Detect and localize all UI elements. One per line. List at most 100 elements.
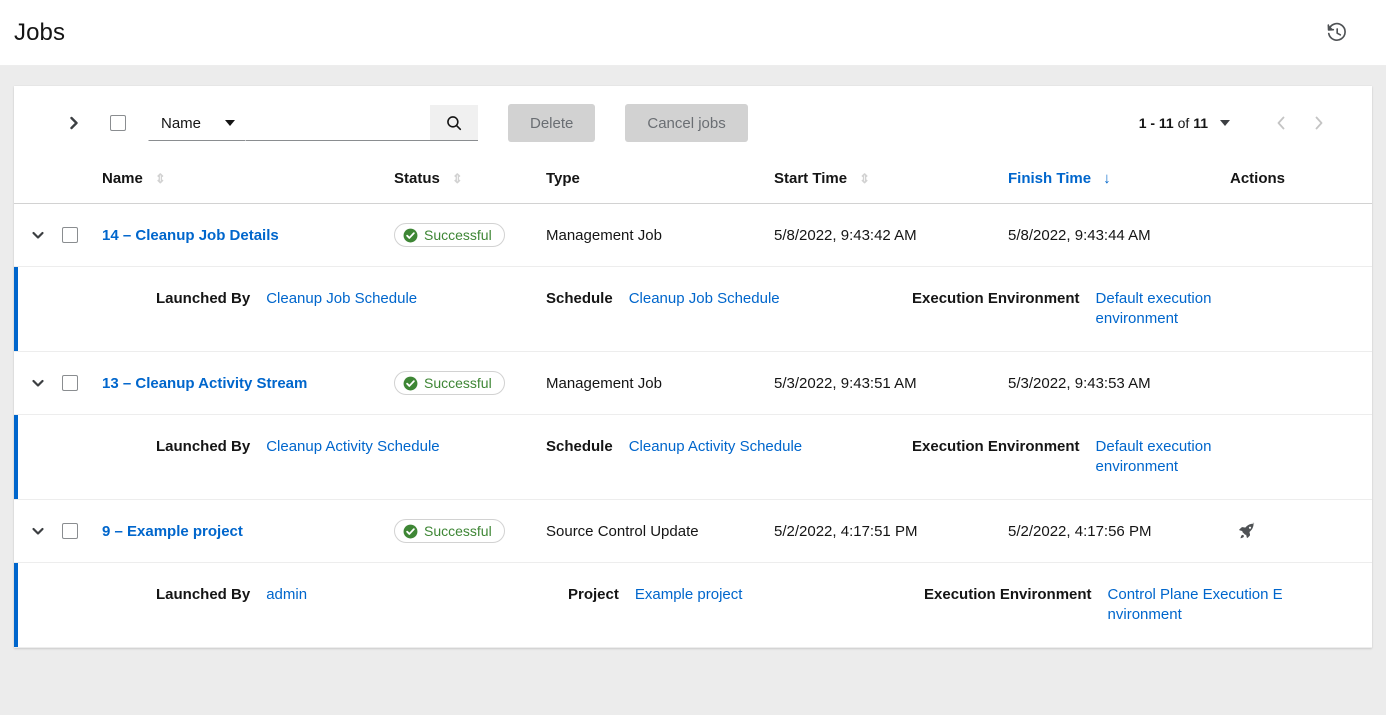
detail-project-value[interactable]: Example project [635, 585, 743, 605]
detail-accent-bar [14, 267, 18, 351]
detail-ee-label: Execution Environment [924, 585, 1092, 605]
sort-icon-name[interactable]: ⇕ [155, 172, 166, 185]
row-checkbox-cell[interactable] [62, 500, 102, 563]
detail-project-label: Project [568, 585, 619, 605]
row-status-cell: Successful [394, 204, 546, 267]
row-toggle-cell[interactable] [14, 204, 62, 267]
table-row-detail: Launched By Cleanup Activity Schedule Sc… [14, 415, 1372, 500]
table-row: 9 – Example project Successful Source Co… [14, 500, 1372, 563]
status-badge-label: Successful [424, 523, 492, 539]
detail-launched-by-label: Launched By [156, 437, 250, 457]
row-actions-cell [1230, 352, 1372, 415]
row-type-cell: Source Control Update [546, 500, 774, 563]
rocket-icon[interactable] [1230, 514, 1264, 548]
status-badge: Successful [394, 223, 505, 247]
row-name-cell: 13 – Cleanup Activity Stream [102, 352, 394, 415]
detail-ee-value[interactable]: Default execution environment [1096, 437, 1272, 477]
jobs-toolbar: Name Delete Cancel jobs 1 - 11 of 11 [14, 86, 1372, 160]
detail-launched-by-value[interactable]: admin [266, 585, 307, 605]
row-status-cell: Successful [394, 352, 546, 415]
sort-icon-start-time[interactable]: ⇕ [859, 172, 870, 185]
detail-launched-by-label: Launched By [156, 289, 250, 309]
filter-type-select[interactable]: Name [148, 105, 246, 141]
jobs-card: Name Delete Cancel jobs 1 - 11 of 11 [14, 86, 1372, 648]
column-header-finish-time[interactable]: Finish Time ↓ [1008, 160, 1230, 204]
detail-launched-by-value[interactable]: Cleanup Activity Schedule [266, 437, 439, 457]
detail-launched-by: Launched By admin [156, 585, 546, 605]
column-header-start-time[interactable]: Start Time⇕ [774, 160, 1008, 204]
row-checkbox[interactable] [62, 227, 78, 243]
detail-cell: Launched By Cleanup Activity Schedule Sc… [14, 415, 1372, 500]
jobs-table-body: 14 – Cleanup Job Details Successful Mana… [14, 204, 1372, 648]
sort-icon-status[interactable]: ⇕ [452, 172, 463, 185]
pagination-next-button[interactable] [1300, 104, 1338, 142]
pagination-per-page-toggle[interactable] [1220, 120, 1230, 126]
detail-execution-environment: Execution Environment Default execution … [912, 289, 1272, 329]
row-status-cell: Successful [394, 500, 546, 563]
page-header: Jobs [0, 0, 1386, 66]
status-badge: Successful [394, 371, 505, 395]
page-body: Name Delete Cancel jobs 1 - 11 of 11 [0, 66, 1386, 648]
column-header-status[interactable]: Status ⇕ [394, 160, 546, 204]
job-finish-time: 5/2/2022, 4:17:56 PM [1008, 523, 1151, 540]
table-row-detail: Launched By admin Project Example projec… [14, 563, 1372, 648]
detail-schedule-label: Schedule [546, 437, 613, 457]
job-name-link[interactable]: 13 – Cleanup Activity Stream [102, 375, 307, 392]
column-label-type: Type [546, 170, 580, 187]
page-title: Jobs [14, 19, 65, 47]
column-label-finish-time: Finish Time [1008, 170, 1091, 187]
success-check-icon [403, 376, 418, 391]
pagination-total: 11 [1193, 115, 1208, 131]
search-button[interactable] [430, 105, 478, 141]
job-type: Management Job [546, 227, 662, 244]
delete-button[interactable]: Delete [508, 104, 595, 142]
detail-ee-value[interactable]: Control Plane Execution Environment [1108, 585, 1284, 625]
detail-schedule-label: Schedule [546, 289, 613, 309]
row-checkbox-cell[interactable] [62, 352, 102, 415]
column-header-actions: Actions [1230, 160, 1372, 204]
job-start-time: 5/8/2022, 9:43:42 AM [774, 227, 917, 244]
row-start-time-cell: 5/8/2022, 9:43:42 AM [774, 204, 1008, 267]
detail-ee-label: Execution Environment [912, 289, 1080, 309]
history-icon[interactable] [1316, 12, 1358, 54]
row-actions-cell [1230, 500, 1372, 563]
detail-execution-environment: Execution Environment Default execution … [912, 437, 1272, 477]
row-toggle-cell[interactable] [14, 500, 62, 563]
detail-ee-value[interactable]: Default execution environment [1096, 289, 1272, 329]
success-check-icon [403, 228, 418, 243]
pagination-prev-button[interactable] [1262, 104, 1300, 142]
chevron-down-icon[interactable] [14, 352, 62, 414]
detail-schedule-value[interactable]: Cleanup Activity Schedule [629, 437, 802, 457]
search-input[interactable] [246, 105, 430, 141]
detail-schedule-value[interactable]: Cleanup Job Schedule [629, 289, 780, 309]
cancel-jobs-button[interactable]: Cancel jobs [625, 104, 747, 142]
detail-launched-by-value[interactable]: Cleanup Job Schedule [266, 289, 417, 309]
header-toggle [14, 160, 62, 204]
table-row: 14 – Cleanup Job Details Successful Mana… [14, 204, 1372, 267]
chevron-down-icon[interactable] [14, 204, 62, 266]
detail-project: Project Example project [546, 585, 924, 605]
column-label-status: Status [394, 170, 440, 187]
select-all-checkbox[interactable] [110, 115, 126, 131]
jobs-table-head: Name⇕ Status ⇕ Type Start Time⇕ Finish Ti… [14, 160, 1372, 204]
row-checkbox-cell[interactable] [62, 204, 102, 267]
row-checkbox[interactable] [62, 523, 78, 539]
row-type-cell: Management Job [546, 204, 774, 267]
row-start-time-cell: 5/2/2022, 4:17:51 PM [774, 500, 1008, 563]
filter-type-value: Name [161, 115, 201, 132]
row-checkbox[interactable] [62, 375, 78, 391]
pagination-range: 1 - 11 of 11 [1139, 115, 1208, 131]
row-name-cell: 14 – Cleanup Job Details [102, 204, 394, 267]
job-name-link[interactable]: 14 – Cleanup Job Details [102, 227, 279, 244]
detail-execution-environment: Execution Environment Control Plane Exec… [924, 585, 1284, 625]
header-checkbox [62, 160, 102, 204]
pagination-range-value: 1 - 11 [1139, 115, 1174, 131]
chevron-down-icon[interactable] [14, 500, 62, 562]
checkbox-box[interactable] [110, 115, 126, 131]
sort-icon-finish-time-desc[interactable]: ↓ [1103, 171, 1111, 186]
column-header-name[interactable]: Name⇕ [102, 160, 394, 204]
row-actions-cell [1230, 204, 1372, 267]
expand-all-icon[interactable] [56, 115, 92, 131]
row-toggle-cell[interactable] [14, 352, 62, 415]
job-name-link[interactable]: 9 – Example project [102, 523, 243, 540]
